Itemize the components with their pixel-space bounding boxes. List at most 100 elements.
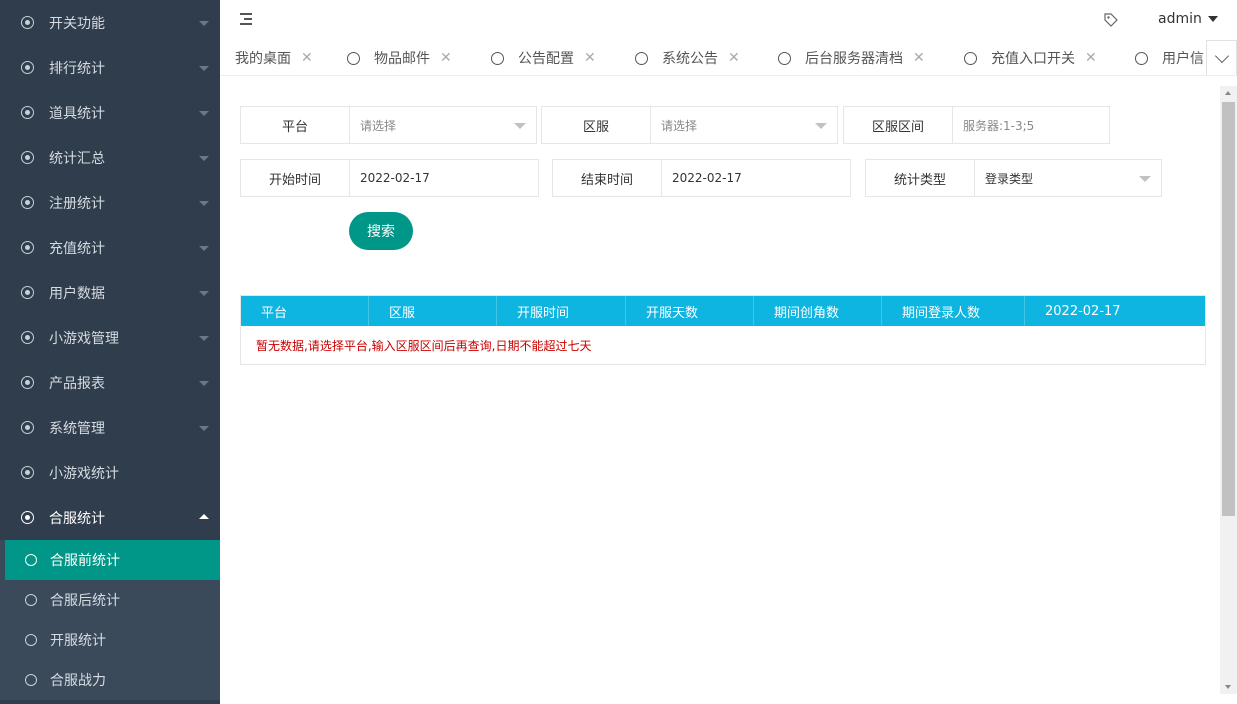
server-select[interactable]: 区服 请选择 (541, 106, 838, 144)
submenu-item-merge-power[interactable]: 合服战力 (0, 660, 220, 700)
caret-down-icon (199, 426, 209, 431)
main-content: 平台 请选择 区服 请选择 区服区间 服务器:1-3;5 开始时间 2022-0… (220, 77, 1220, 704)
caret-down-icon (199, 21, 209, 26)
submenu-item-open-server-stats[interactable]: 开服统计 (0, 620, 220, 660)
circle-dot-icon (21, 286, 34, 299)
submenu-item-label: 合服战力 (50, 673, 106, 689)
server-range-input[interactable]: 服务器:1-3;5 (953, 107, 1109, 143)
sidebar-item-register-stats[interactable]: 注册统计 (0, 180, 220, 225)
submenu-item-pre-merge-stats[interactable]: 合服前统计 (5, 540, 220, 580)
sidebar-item-stats-summary[interactable]: 统计汇总 (0, 135, 220, 180)
submenu-item-post-merge-stats[interactable]: 合服后统计 (0, 580, 220, 620)
search-button[interactable]: 搜索 (349, 212, 413, 250)
column-header: 期间登录人数 (882, 296, 1025, 326)
tab-recharge-switch[interactable]: 充值入口开关 ✕ (964, 40, 1097, 75)
platform-select[interactable]: 平台 请选择 (240, 106, 537, 144)
tab-announcement-config[interactable]: 公告配置 ✕ (491, 40, 596, 75)
menu-toggle-icon[interactable] (240, 13, 254, 26)
sidebar-item-merge-stats[interactable]: 合服统计 (0, 495, 220, 540)
circle-dot-icon (21, 106, 34, 119)
server-range-field[interactable]: 区服区间 服务器:1-3;5 (843, 106, 1110, 144)
tab-label: 系统公告 (662, 51, 718, 67)
stats-type-select[interactable]: 统计类型 登录类型 (865, 159, 1162, 197)
sidebar-item-system-manage[interactable]: 系统管理 (0, 405, 220, 450)
sidebar-item-recharge-stats[interactable]: 充值统计 (0, 225, 220, 270)
server-value[interactable]: 请选择 (651, 107, 837, 143)
caret-down-icon (199, 201, 209, 206)
caret-down-icon (199, 291, 209, 296)
start-time-label: 开始时间 (241, 160, 350, 196)
platform-value[interactable]: 请选择 (350, 107, 536, 143)
top-header: admin (220, 0, 1237, 40)
scroll-up-arrow-icon[interactable] (1225, 91, 1231, 95)
sidebar-item-switch-functions[interactable]: 开关功能 (0, 0, 220, 45)
tab-label: 公告配置 (518, 51, 574, 67)
column-header: 区服 (369, 296, 497, 326)
start-time-field[interactable]: 开始时间 2022-02-17 (240, 159, 539, 197)
tab-label: 物品邮件 (374, 51, 430, 67)
end-time-field[interactable]: 结束时间 2022-02-17 (552, 159, 851, 197)
sidebar-item-label: 小游戏管理 (49, 330, 119, 347)
tab-server-clear[interactable]: 后台服务器清档 ✕ (778, 40, 925, 75)
tab-my-desktop[interactable]: 我的桌面 ✕ (235, 40, 313, 75)
submenu: 合服前统计 合服后统计 开服统计 合服战力 (0, 540, 220, 700)
caret-down-icon (1207, 16, 1218, 22)
close-icon[interactable]: ✕ (913, 50, 925, 66)
sidebar-item-label: 充值统计 (49, 240, 105, 257)
sidebar-item-product-report[interactable]: 产品报表 (0, 360, 220, 405)
close-icon[interactable]: ✕ (301, 50, 313, 66)
tab-system-announcement[interactable]: 系统公告 ✕ (635, 40, 740, 75)
stats-type-value[interactable]: 登录类型 (975, 160, 1161, 196)
sidebar-item-minigame-manage[interactable]: 小游戏管理 (0, 315, 220, 360)
scrollbar-thumb[interactable] (1222, 102, 1235, 516)
end-time-label: 结束时间 (553, 160, 662, 196)
sidebar-item-minigame-stats[interactable]: 小游戏统计 (0, 450, 220, 495)
submenu-item-label: 合服前统计 (50, 553, 120, 569)
circle-icon (25, 594, 37, 606)
end-time-input[interactable]: 2022-02-17 (662, 160, 850, 196)
submenu-item-label: 开服统计 (50, 633, 106, 649)
close-icon[interactable]: ✕ (584, 50, 596, 66)
user-menu[interactable]: admin (1158, 11, 1218, 27)
caret-down-icon (199, 336, 209, 341)
tab-bar: 我的桌面 ✕ 物品邮件 ✕ 公告配置 ✕ 系统公告 ✕ 后台服务器清档 ✕ 充值入口开关 ✕… (220, 40, 1237, 76)
tab-label: 后台服务器清档 (805, 51, 903, 67)
vertical-scrollbar[interactable] (1220, 86, 1237, 694)
username: admin (1158, 11, 1202, 27)
circle-dot-icon (21, 421, 34, 434)
close-icon[interactable]: ✕ (728, 50, 740, 66)
close-icon[interactable]: ✕ (440, 50, 452, 66)
caret-down-icon (199, 156, 209, 161)
circle-icon (964, 51, 977, 65)
server-label: 区服 (542, 107, 651, 143)
tab-more-button[interactable] (1206, 40, 1237, 75)
circle-icon (778, 51, 791, 65)
table-header: 平台 区服 开服时间 开服天数 期间创角数 期间登录人数 2022-02-17 (241, 296, 1205, 326)
caret-up-icon (199, 514, 209, 519)
sidebar-item-label: 道具统计 (49, 105, 105, 122)
circle-icon (25, 634, 37, 646)
sidebar-item-label: 开关功能 (49, 15, 105, 32)
tab-item-mail[interactable]: 物品邮件 ✕ (347, 40, 452, 75)
platform-label: 平台 (241, 107, 350, 143)
sidebar-item-label: 用户数据 (49, 285, 105, 302)
caret-down-icon (199, 66, 209, 71)
circle-dot-icon (21, 511, 34, 524)
column-header: 2022-02-17 (1045, 303, 1121, 319)
circle-dot-icon (21, 16, 34, 29)
close-icon[interactable]: ✕ (1085, 50, 1097, 66)
caret-down-icon (514, 123, 526, 129)
sidebar-item-item-stats[interactable]: 道具统计 (0, 90, 220, 135)
sidebar-item-user-data[interactable]: 用户数据 (0, 270, 220, 315)
submenu-item-label: 合服后统计 (50, 593, 120, 609)
start-time-input[interactable]: 2022-02-17 (350, 160, 538, 196)
circle-dot-icon (21, 61, 34, 74)
sidebar-item-ranking-stats[interactable]: 排行统计 (0, 45, 220, 90)
scroll-down-arrow-icon[interactable] (1225, 685, 1231, 689)
tag-icon[interactable] (1103, 12, 1119, 28)
caret-down-icon (815, 123, 827, 129)
empty-message: 暂无数据,请选择平台,输入区服区间后再查询,日期不能超过七天 (256, 338, 592, 353)
tab-user-info[interactable]: 用户信 (1135, 40, 1204, 75)
circle-dot-icon (21, 196, 34, 209)
circle-icon (25, 554, 37, 566)
